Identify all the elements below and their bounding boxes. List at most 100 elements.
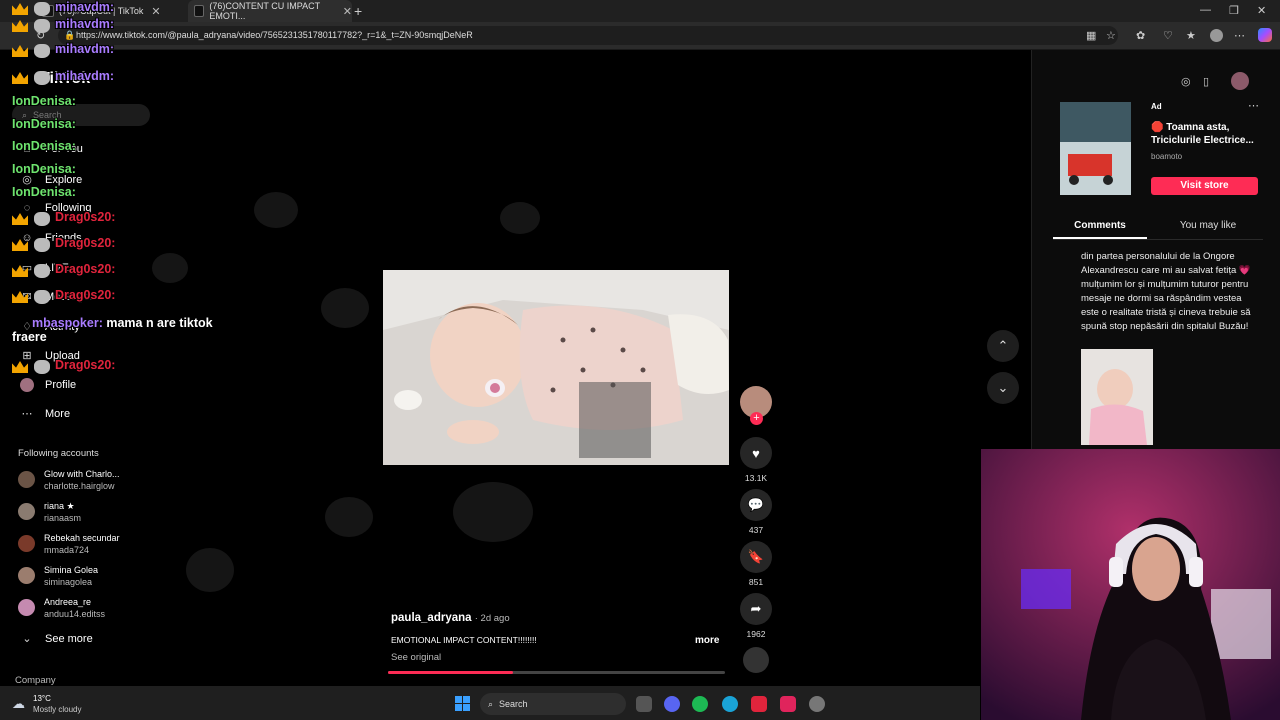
chat-message: IonDenisa: (12, 139, 76, 153)
next-video-button[interactable]: ⌄ (987, 372, 1019, 404)
music-disc-button[interactable] (740, 647, 772, 673)
chat-message: Drag0s20: (55, 262, 115, 276)
task-view-icon[interactable] (636, 696, 652, 712)
video-progress-fill (388, 671, 513, 674)
ad-image[interactable] (1060, 102, 1131, 195)
following-account[interactable]: Rebekah secundar mmada724 (18, 532, 120, 556)
visit-store-button[interactable]: Visit store (1151, 177, 1258, 195)
chat-emote-cat-icon (34, 19, 50, 33)
chat-message: Drag0s20: (55, 210, 115, 224)
chat-username: mihavdm: (55, 17, 115, 31)
following-account[interactable]: riana ★ rianaasm (18, 500, 81, 524)
streamer-webcam (981, 449, 1280, 720)
edge-browser-icon[interactable] (722, 696, 738, 712)
chevron-down-icon: ⌄ (997, 380, 1009, 395)
menu-dots-icon[interactable]: ⋯ (1234, 29, 1245, 42)
user-avatar[interactable] (1231, 72, 1249, 90)
share-button[interactable]: ➦ 1962 (740, 593, 772, 639)
lock-icon: 🔒 (64, 30, 76, 40)
chat-username: minavdm: (55, 0, 115, 14)
search-icon: ⌕ (488, 699, 494, 709)
chat-message: IonDenisa: (12, 94, 76, 108)
taskbar-search[interactable]: ⌕ Search (480, 693, 626, 715)
weather-description[interactable]: Mostly cloudy (33, 705, 81, 714)
following-account[interactable]: Glow with Charlo... charlotte.hairglow (18, 468, 120, 492)
close-window-icon[interactable]: ✕ (1257, 4, 1266, 17)
browser-essentials-icon[interactable]: ♡ (1163, 29, 1173, 42)
comment-button[interactable]: 💬 437 (740, 489, 772, 535)
tiktok-favicon-icon (194, 5, 205, 17)
maximize-icon[interactable]: ❐ (1229, 4, 1239, 17)
chat-username: Drag0s20: (55, 288, 116, 302)
chat-message: Drag0s20: (55, 358, 115, 372)
heart-icon: ♥ (740, 437, 772, 469)
chat-username: Drag0s20: (55, 358, 116, 372)
browser-profile-avatar[interactable] (1210, 29, 1223, 42)
chat-message: mihavdm: (55, 69, 114, 83)
discord-icon[interactable] (664, 696, 680, 712)
minimize-icon[interactable]: — (1200, 4, 1211, 16)
chevron-down-icon: ⌄ (22, 633, 32, 645)
chat-message: mbaspoker: mama n are tiktok fraere (12, 316, 242, 344)
chat-username: IonDenisa: (12, 139, 76, 153)
follow-plus-icon[interactable]: + (750, 412, 763, 425)
video-caption: EMOTIONAL IMPACT CONTENT!!!!!!!! (391, 635, 537, 645)
chat-emote-cat-icon (34, 212, 50, 226)
ad-options-icon[interactable]: ⋯ (1248, 99, 1259, 112)
chat-username: mihavdm: (55, 42, 115, 56)
like-button[interactable]: ♥ 13.1K (740, 437, 772, 483)
company-link[interactable]: Company (15, 675, 56, 686)
comment-image[interactable] (1081, 349, 1153, 445)
nav-more[interactable]: ⋯ More (20, 407, 71, 421)
favorites-icon[interactable]: ★ (1186, 29, 1196, 42)
chat-username: Drag0s20: (55, 210, 116, 224)
music-disc-icon (743, 647, 769, 673)
bookmark-icon: 🔖 (740, 541, 772, 573)
weather-cloud-icon[interactable]: ☁ (12, 696, 25, 712)
following-account[interactable]: Simina Golea siminagolea (18, 564, 98, 588)
favorite-star-icon[interactable]: ☆ (1106, 29, 1116, 42)
comment-text: din partea personalului de la Ongore Ale… (1081, 251, 1251, 332)
following-account[interactable]: Andreea_re anduu14.editss (18, 596, 105, 620)
upload-icon: ⊞ (22, 350, 32, 362)
copilot-icon[interactable] (1258, 28, 1272, 42)
device-icon[interactable]: ▯ (1203, 75, 1209, 88)
see-more-button[interactable]: ⌄ See more (20, 632, 92, 646)
close-tab-icon[interactable]: ✕ (343, 5, 352, 18)
chat-username: Drag0s20: (55, 262, 116, 276)
extensions-icon[interactable]: ✿ (1136, 29, 1145, 42)
spotify-icon[interactable] (692, 696, 708, 712)
video-player[interactable] (383, 270, 729, 465)
tab-comments[interactable]: Comments (1053, 220, 1147, 231)
url-input[interactable]: https://www.tiktok.com/@paula_adryana/vi… (58, 26, 1118, 45)
chat-username: IonDenisa: (12, 117, 76, 131)
app-available-icon[interactable]: ▦ (1086, 29, 1096, 42)
chat-username: mihavdm: (55, 69, 115, 83)
chat-username: IonDenisa: (12, 94, 76, 108)
weather-temperature[interactable]: 13°C (33, 694, 51, 703)
previous-video-button[interactable]: ⌃ (987, 330, 1019, 362)
see-original-link[interactable]: See original (391, 652, 441, 663)
app-icon[interactable] (751, 696, 767, 712)
chat-emote-cat-icon (34, 290, 50, 304)
caption-more-button[interactable]: more (695, 635, 719, 646)
chat-message: mihavdm: (55, 17, 114, 31)
new-tab-button[interactable]: + (354, 3, 362, 19)
chat-emote-cat-icon (34, 44, 50, 58)
video-author[interactable]: paula_adryana · 2d ago (391, 612, 510, 624)
chat-message: IonDenisa: (12, 185, 76, 199)
nav-profile[interactable]: Profile (20, 378, 76, 392)
video-progress-bar[interactable] (388, 671, 725, 674)
browser-tab-bar: (76)#CapCut | TikTok ✕ (76)CONTENT CU IM… (0, 0, 1280, 22)
browser-tab-active[interactable]: (76)CONTENT CU IMPACT EMOTI... ✕ (188, 0, 352, 22)
tab-you-may-like[interactable]: You may like (1160, 220, 1256, 231)
chat-message: minavdm: (55, 0, 114, 14)
chat-username: IonDenisa: (12, 162, 76, 176)
close-tab-icon[interactable]: ✕ (151, 5, 160, 18)
save-button[interactable]: 🔖 851 (740, 541, 772, 587)
settings-icon[interactable] (809, 696, 825, 712)
windows-start-icon[interactable] (455, 696, 470, 711)
ad-title[interactable]: 🛑 Toamna asta, Triciclurile Electrice... (1151, 121, 1261, 147)
compass-icon[interactable]: ◎ (1181, 75, 1191, 88)
tiktok-app-icon[interactable] (780, 696, 796, 712)
